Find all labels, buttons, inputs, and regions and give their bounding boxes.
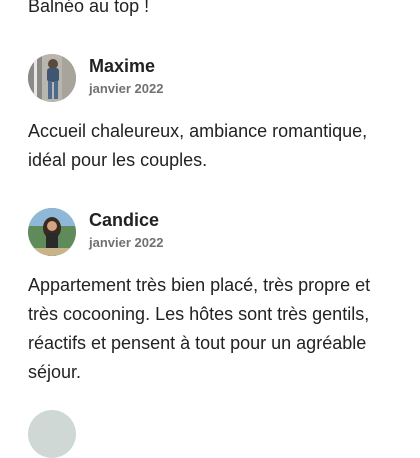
avatar[interactable] (28, 208, 76, 256)
user-photo-icon (28, 208, 76, 256)
user-photo-icon (28, 54, 76, 102)
review-date: janvier 2022 (89, 235, 164, 250)
review-author: Maxime janvier 2022 (28, 54, 388, 102)
review-text: Accueil chaleureux, ambiance romantique,… (28, 121, 368, 170)
avatar[interactable] (28, 410, 76, 458)
avatar[interactable] (28, 54, 76, 102)
reviewer-name[interactable]: Candice (89, 210, 159, 231)
review-text: Appartement très bien placé, très propre… (28, 275, 371, 382)
reviews-list: Balnéo au top ! Maxime janvier 2022 Accu… (0, 0, 420, 458)
review-text: Balnéo au top ! (28, 0, 150, 16)
review-author: Candice janvier 2022 (28, 208, 388, 256)
review-date: janvier 2022 (89, 81, 164, 96)
reviewer-name[interactable]: Maxime (89, 56, 155, 77)
